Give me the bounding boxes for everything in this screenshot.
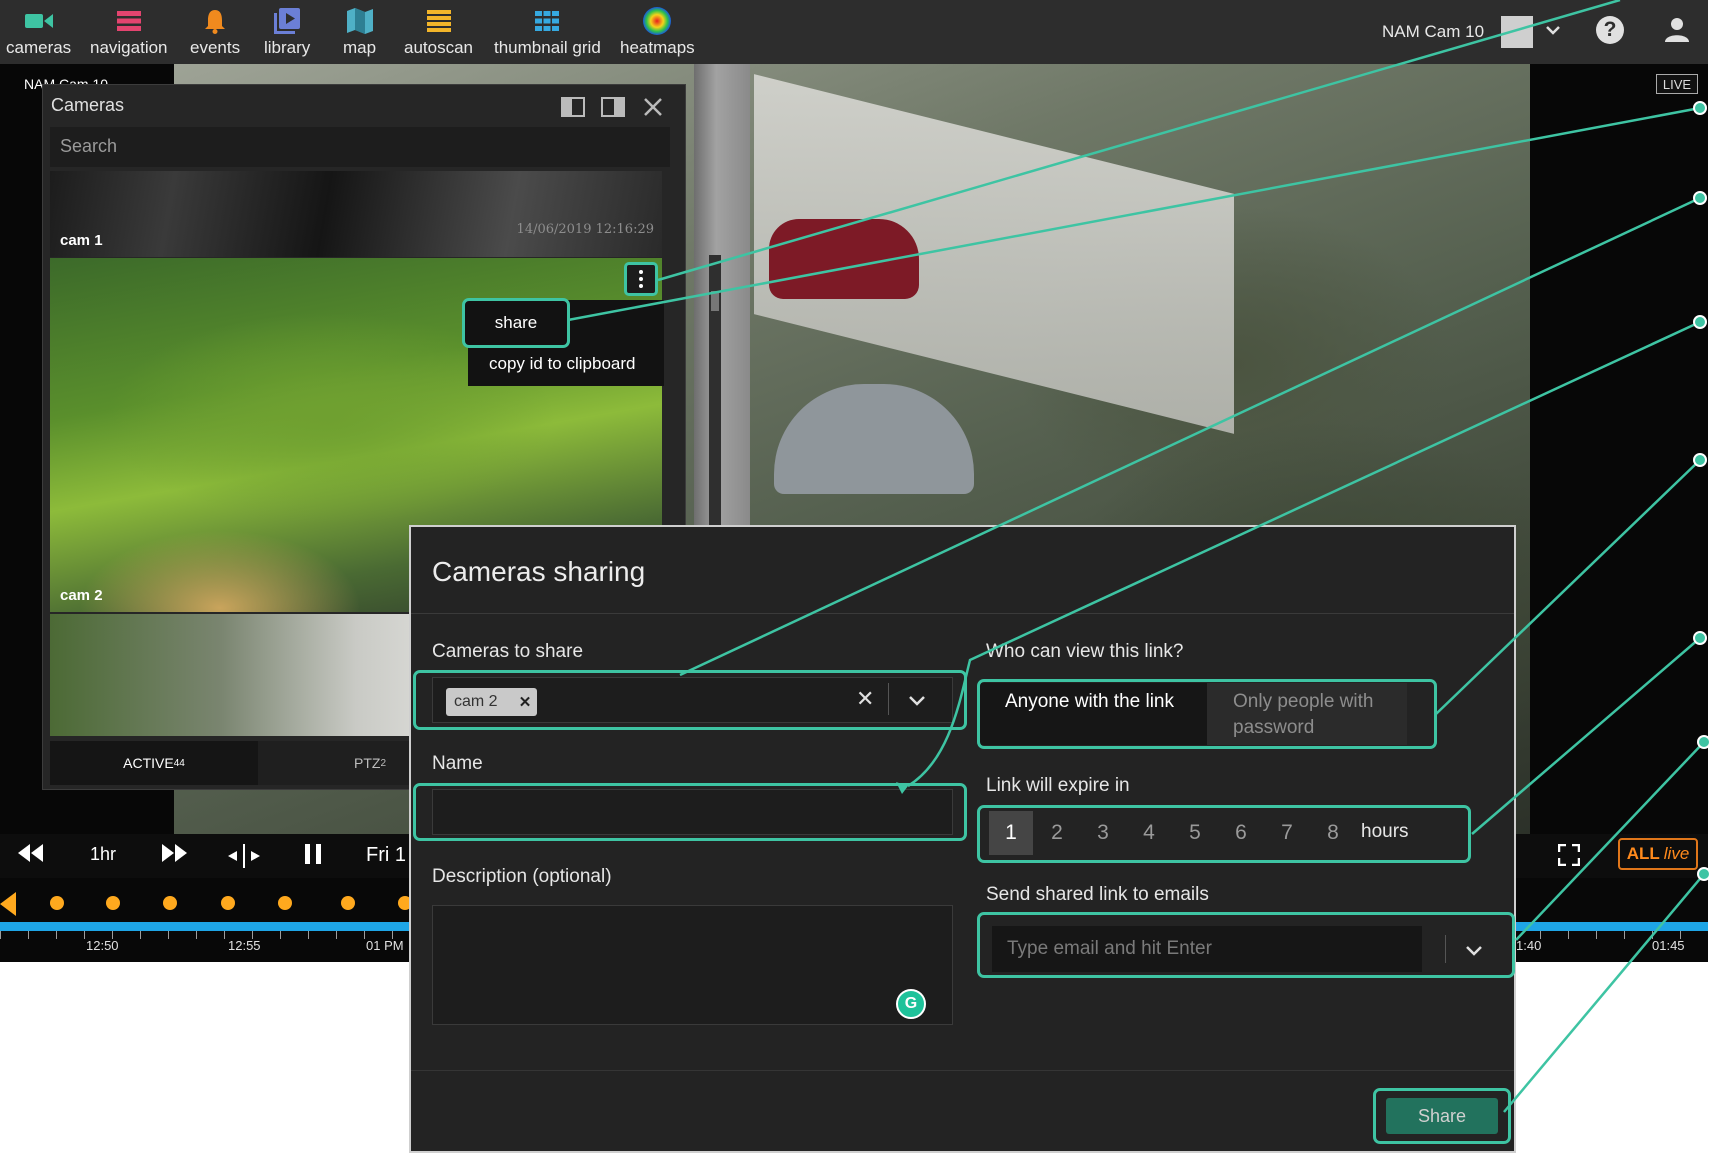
event-marker[interactable]: [398, 896, 412, 910]
camera-selector-label[interactable]: NAM Cam 10: [1382, 22, 1484, 42]
tick-label: 12:50: [86, 938, 119, 953]
event-marker[interactable]: [278, 896, 292, 910]
fullscreen-icon[interactable]: [1558, 844, 1580, 866]
all-live-live: live: [1663, 844, 1690, 863]
event-marker[interactable]: [341, 896, 355, 910]
tick-label: 01 PM: [366, 938, 404, 953]
timeline-playhead[interactable]: [0, 892, 16, 916]
tick-label: 12:55: [228, 938, 261, 953]
video-pole: [694, 64, 750, 534]
cameras-panel-title: Cameras: [51, 95, 125, 115]
dialog-title: Cameras sharing: [432, 556, 646, 587]
camera-selector-thumbnail[interactable]: [1501, 16, 1533, 48]
link-expire-label: Link will expire in: [986, 775, 1130, 796]
tab-ptz-count: 2: [380, 757, 386, 769]
pause-icon[interactable]: [304, 844, 322, 864]
camera-thumbnail[interactable]: 14/06/2019 12:16:29 cam 1: [50, 171, 662, 257]
nav-label: library: [264, 38, 311, 57]
copy-id-menu-item[interactable]: copy id to clipboard: [489, 354, 635, 374]
tick-label: 1:40: [1516, 938, 1542, 953]
tab-active-count: 44: [173, 757, 185, 769]
live-badge: LIVE: [1656, 74, 1698, 94]
thumbnail-timestamp: 14/06/2019 12:16:29: [516, 222, 654, 237]
divider: [411, 1070, 1514, 1071]
play-library-icon: [274, 6, 301, 36]
nav-autoscan[interactable]: autoscan: [404, 6, 473, 58]
user-icon[interactable]: [1664, 16, 1690, 47]
chevron-down-icon[interactable]: [1545, 22, 1561, 40]
time-range-selector[interactable]: 1hr: [90, 844, 116, 865]
nav-label: events: [190, 38, 241, 57]
close-icon[interactable]: [643, 97, 663, 122]
all-live-all: ALL: [1626, 844, 1660, 863]
grid-icon: [535, 6, 560, 36]
tab-active-label: ACTIVE: [123, 755, 174, 771]
nav-map[interactable]: map: [343, 6, 376, 58]
tab-active[interactable]: ACTIVE 44: [50, 741, 258, 785]
highlight-share-button: [1373, 1088, 1511, 1144]
thumbnail-camera-name: cam 2: [60, 587, 103, 604]
nav-label: cameras: [6, 38, 72, 57]
nav-label: map: [343, 38, 377, 57]
name-label: Name: [432, 753, 483, 774]
video-grey-car: [774, 384, 974, 494]
highlight-name-field: [413, 783, 967, 841]
scrollbar-thumb[interactable]: [711, 291, 719, 311]
highlight-who-toggle: [977, 679, 1437, 749]
divider: [411, 613, 1514, 614]
fast-forward-icon[interactable]: [162, 844, 188, 862]
map-icon: [346, 6, 373, 36]
description-textarea[interactable]: [432, 905, 953, 1025]
autoscan-icon: [426, 6, 451, 36]
page: cameras navigation events library map au…: [0, 0, 1716, 1153]
dock-right-icon[interactable]: [601, 97, 625, 122]
grammarly-icon[interactable]: G: [896, 989, 926, 1019]
list-icon: [116, 6, 141, 36]
highlight-expire-hours: [977, 805, 1471, 863]
thumbnail-camera-name: cam 1: [60, 232, 103, 249]
more-options-icon[interactable]: [624, 262, 658, 296]
nav-events[interactable]: events: [190, 6, 240, 58]
tick-label: 01:45: [1652, 938, 1685, 953]
top-navigation-bar: cameras navigation events library map au…: [0, 0, 1708, 64]
event-marker[interactable]: [221, 896, 235, 910]
event-marker[interactable]: [163, 896, 177, 910]
share-menu-item[interactable]: share: [462, 298, 570, 348]
nav-library[interactable]: library: [264, 6, 310, 58]
event-marker[interactable]: [106, 896, 120, 910]
send-emails-label: Send shared link to emails: [986, 884, 1209, 905]
nav-cameras[interactable]: cameras: [6, 6, 71, 58]
description-label: Description (optional): [432, 866, 612, 887]
nav-thumbnail-grid[interactable]: thumbnail grid: [494, 6, 601, 58]
event-marker[interactable]: [50, 896, 64, 910]
cameras-to-share-label: Cameras to share: [432, 641, 584, 662]
camera-search-input[interactable]: Search: [50, 127, 670, 167]
dock-left-icon[interactable]: [561, 97, 585, 122]
nav-label: navigation: [90, 38, 168, 57]
current-date: Fri 1: [366, 844, 406, 866]
bell-icon: [204, 6, 226, 36]
heatmap-icon: [642, 6, 672, 36]
help-icon[interactable]: ?: [1596, 16, 1624, 44]
rewind-icon[interactable]: [18, 844, 44, 862]
video-camera-icon: [24, 6, 53, 36]
nav-heatmaps[interactable]: heatmaps: [620, 6, 695, 58]
highlight-email-field: [977, 912, 1515, 978]
center-timeline-icon[interactable]: [228, 844, 260, 868]
who-can-view-label: Who can view this link?: [986, 641, 1184, 662]
nav-label: thumbnail grid: [494, 38, 601, 57]
cameras-sharing-dialog: Cameras sharing Cameras to share cam 2 ✕…: [411, 527, 1515, 1151]
nav-label: heatmaps: [620, 38, 695, 57]
all-live-button[interactable]: ALL live: [1618, 838, 1698, 870]
highlight-cameras-field: [413, 670, 967, 730]
video-red-car: [769, 219, 919, 299]
nav-navigation[interactable]: navigation: [90, 6, 168, 58]
tab-ptz-label: PTZ: [353, 755, 381, 771]
nav-label: autoscan: [404, 38, 473, 57]
